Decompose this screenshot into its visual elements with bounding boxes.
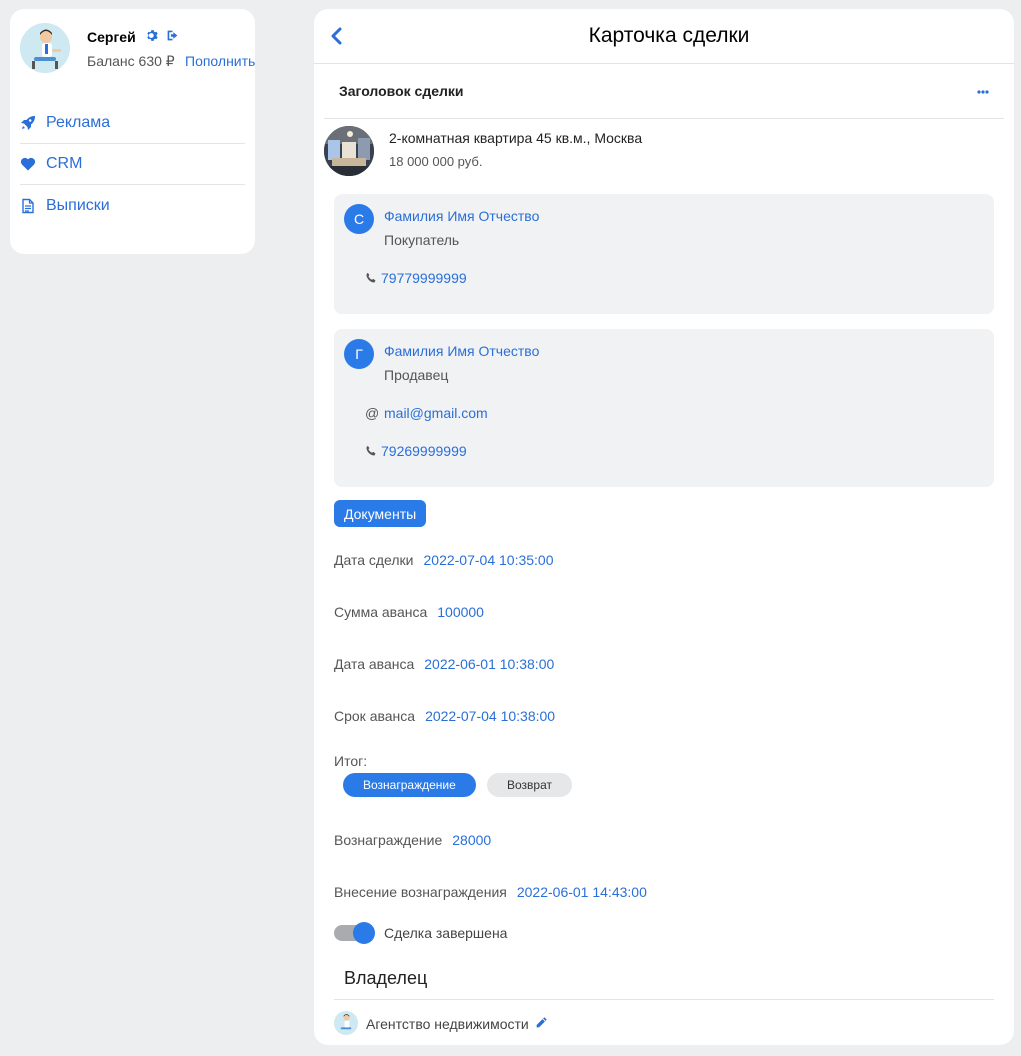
reward-label: Вознаграждение [334, 832, 443, 848]
logout-icon[interactable] [166, 29, 180, 43]
buyer-role: Покупатель [384, 232, 460, 248]
balance: Баланс 630 ₽ [87, 53, 175, 69]
reward-date-value[interactable]: 2022-06-01 14:43:00 [517, 884, 647, 900]
divider [334, 999, 994, 1000]
topup-link[interactable]: Пополнить [185, 53, 255, 69]
user-avatar[interactable] [20, 23, 70, 73]
deal-date-label: Дата сделки [334, 552, 414, 568]
deal-card: Карточка сделки Заголовок сделки 2-комна… [314, 9, 1014, 1045]
buyer-card: С Фамилия Имя Отчество Покупатель 797799… [334, 194, 994, 314]
document-icon [20, 198, 36, 214]
property-photo[interactable] [324, 126, 374, 176]
result-label: Итог: [334, 753, 368, 769]
sidebar-item-label: CRM [46, 155, 83, 172]
more-icon[interactable] [976, 82, 990, 96]
advance-date-value[interactable]: 2022-06-01 10:38:00 [424, 656, 554, 672]
documents-button[interactable]: Документы [334, 500, 427, 527]
property-title[interactable]: 2-комнатная квартира 45 кв.м., Москва [389, 130, 642, 146]
sidebar-item-statements[interactable]: Выписки [20, 185, 245, 226]
buyer-phone-row: 79779999999 [365, 270, 467, 286]
deal-date-value[interactable]: 2022-07-04 10:35:00 [424, 552, 554, 568]
page-title: Карточка сделки [588, 24, 750, 47]
advance-term-label: Срок аванса [334, 708, 416, 724]
divider [324, 118, 1004, 119]
advance-term-value[interactable]: 2022-07-04 10:38:00 [425, 708, 555, 724]
phone-icon [365, 444, 379, 458]
at-icon: @ [365, 405, 380, 421]
owner-title: Владелец [344, 968, 428, 988]
heart-icon [20, 156, 36, 172]
seller-phone-link[interactable]: 79269999999 [381, 443, 467, 459]
result-option-reward[interactable]: Вознаграждение [343, 773, 476, 797]
reward-date-row: Внесение вознаграждения 2022-06-01 14:43:… [334, 884, 647, 900]
user-name: Сергей [87, 29, 136, 45]
deal-date-row: Дата сделки 2022-07-04 10:35:00 [334, 552, 554, 568]
advance-sum-value[interactable]: 100000 [437, 604, 484, 620]
advance-date-label: Дата аванса [334, 656, 415, 672]
owner-avatar [334, 1011, 358, 1035]
rocket-icon [20, 115, 36, 131]
buyer-name[interactable]: Фамилия Имя Отчество [384, 208, 539, 224]
seller-phone-row: 79269999999 [365, 443, 467, 459]
deal-completed-toggle[interactable] [334, 922, 375, 944]
page-header: Карточка сделки [314, 9, 1014, 64]
seller-initial: Г [344, 339, 374, 369]
seller-email-link[interactable]: mail@gmail.com [384, 405, 488, 421]
sidebar: Сергей Баланс 630 ₽ Пополнить Реклама CR… [10, 9, 255, 254]
advance-sum-row: Сумма аванса 100000 [334, 604, 484, 620]
sidebar-item-label: Реклама [46, 114, 111, 131]
pencil-icon[interactable] [535, 1016, 548, 1029]
owner-name: Агентство недвижимости [366, 1016, 529, 1032]
sidebar-item-crm[interactable]: CRM [20, 144, 245, 185]
reward-date-label: Внесение вознаграждения [334, 884, 507, 900]
buyer-phone-link[interactable]: 79779999999 [381, 270, 467, 286]
advance-date-row: Дата аванса 2022-06-01 10:38:00 [334, 656, 554, 672]
toggle-knob [353, 922, 375, 944]
section-title: Заголовок сделки [339, 83, 464, 99]
gear-icon[interactable] [146, 29, 160, 43]
sidebar-nav: Реклама CRM Выписки [20, 103, 245, 226]
user-profile: Сергей Баланс 630 ₽ Пополнить [20, 23, 255, 75]
seller-email-row: @ mail@gmail.com [365, 405, 488, 421]
seller-name[interactable]: Фамилия Имя Отчество [384, 343, 539, 359]
deal-completed-label: Сделка завершена [384, 925, 508, 941]
advance-sum-label: Сумма аванса [334, 604, 428, 620]
buyer-initial: С [344, 204, 374, 234]
seller-card: Г Фамилия Имя Отчество Продавец @ mail@g… [334, 329, 994, 487]
property-price: 18 000 000 руб. [389, 154, 483, 169]
reward-value[interactable]: 28000 [452, 832, 491, 848]
result-option-refund[interactable]: Возврат [487, 773, 572, 797]
seller-role: Продавец [384, 367, 449, 383]
sidebar-item-ads[interactable]: Реклама [20, 103, 245, 144]
advance-term-row: Срок аванса 2022-07-04 10:38:00 [334, 708, 555, 724]
sidebar-item-label: Выписки [46, 196, 110, 214]
phone-icon [365, 271, 379, 285]
reward-row: Вознаграждение 28000 [334, 832, 491, 848]
